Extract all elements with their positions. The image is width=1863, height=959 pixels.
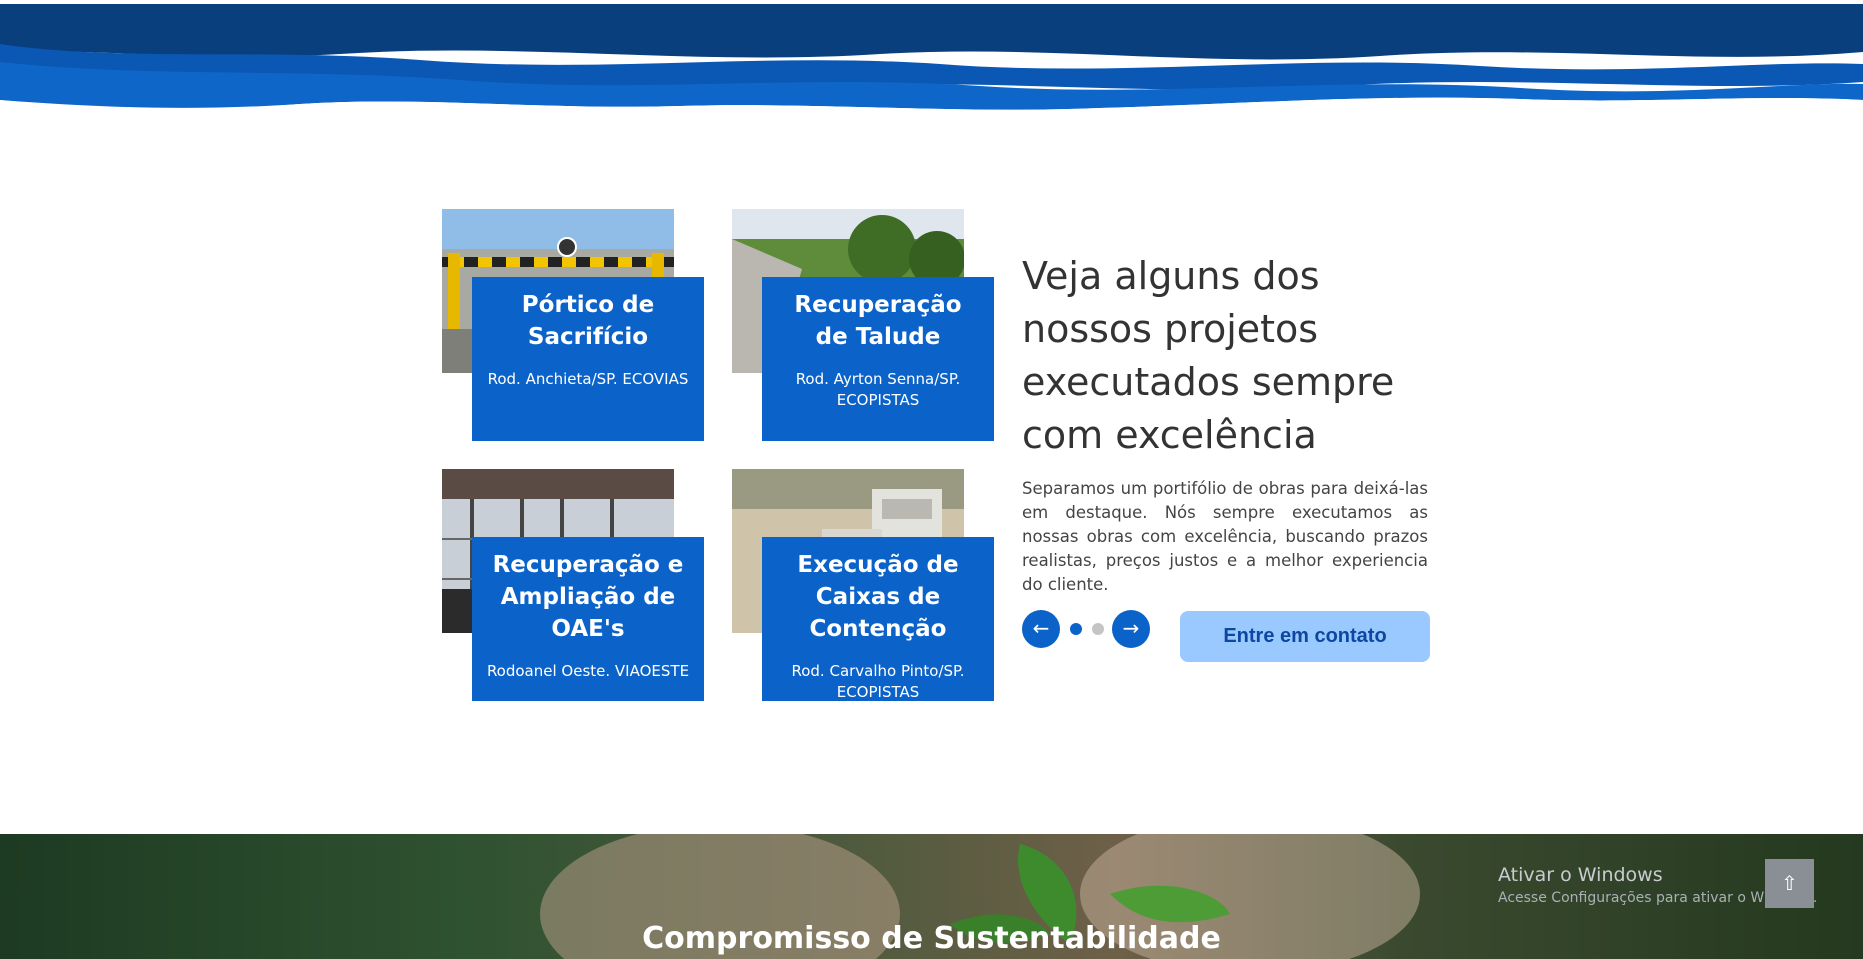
project-location: Rod. Ayrton Senna/SP. ECOPISTAS [795,370,961,409]
project-title: Recuperação de Talude [794,292,962,350]
carousel-dot-active[interactable] [1070,623,1082,635]
sustainability-title: Compromisso de Sustentabilidade [642,921,1221,956]
windows-activation-title: Ativar o Windows [1498,864,1663,886]
project-location: Rod. Carvalho Pinto/SP. ECOPISTAS [791,662,965,701]
project-location: Rodoanel Oeste. VIAOESTE [486,662,690,680]
section-heading: Veja alguns dos nossos projetos executad… [1022,254,1395,457]
project-card-caixas[interactable]: Execução de Caixas de Contenção Rod. Car… [732,469,1024,704]
contact-button[interactable]: Entre em contato [1180,611,1430,662]
section-description: Separamos um portifólio de obras para de… [1022,479,1428,594]
carousel-dot[interactable] [1092,623,1104,635]
project-title: Pórtico de Sacrifício [521,292,655,350]
project-card-talude[interactable]: Recuperação de Talude Rod. Ayrton Senna/… [732,209,1024,444]
header-waves [0,4,1863,130]
project-panel: Recuperação de Talude Rod. Ayrton Senna/… [762,277,994,441]
carousel-next-button[interactable]: → [1112,610,1150,648]
project-card-oae[interactable]: Recuperação e Ampliação de OAE's Rodoane… [442,469,734,704]
project-card-portico[interactable]: Pórtico de Sacrifício Rod. Anchieta/SP. … [442,209,734,444]
project-panel: Pórtico de Sacrifício Rod. Anchieta/SP. … [472,277,704,441]
carousel-prev-button[interactable]: ← [1022,610,1060,648]
project-panel: Recuperação e Ampliação de OAE's Rodoane… [472,537,704,701]
project-location: Rod. Anchieta/SP. ECOVIAS [487,370,689,388]
project-title: Execução de Caixas de Contenção [797,552,959,642]
project-title: Recuperação e Ampliação de OAE's [492,552,684,642]
scroll-to-top-button[interactable]: ⇧ [1765,859,1814,908]
project-panel: Execução de Caixas de Contenção Rod. Car… [762,537,994,701]
